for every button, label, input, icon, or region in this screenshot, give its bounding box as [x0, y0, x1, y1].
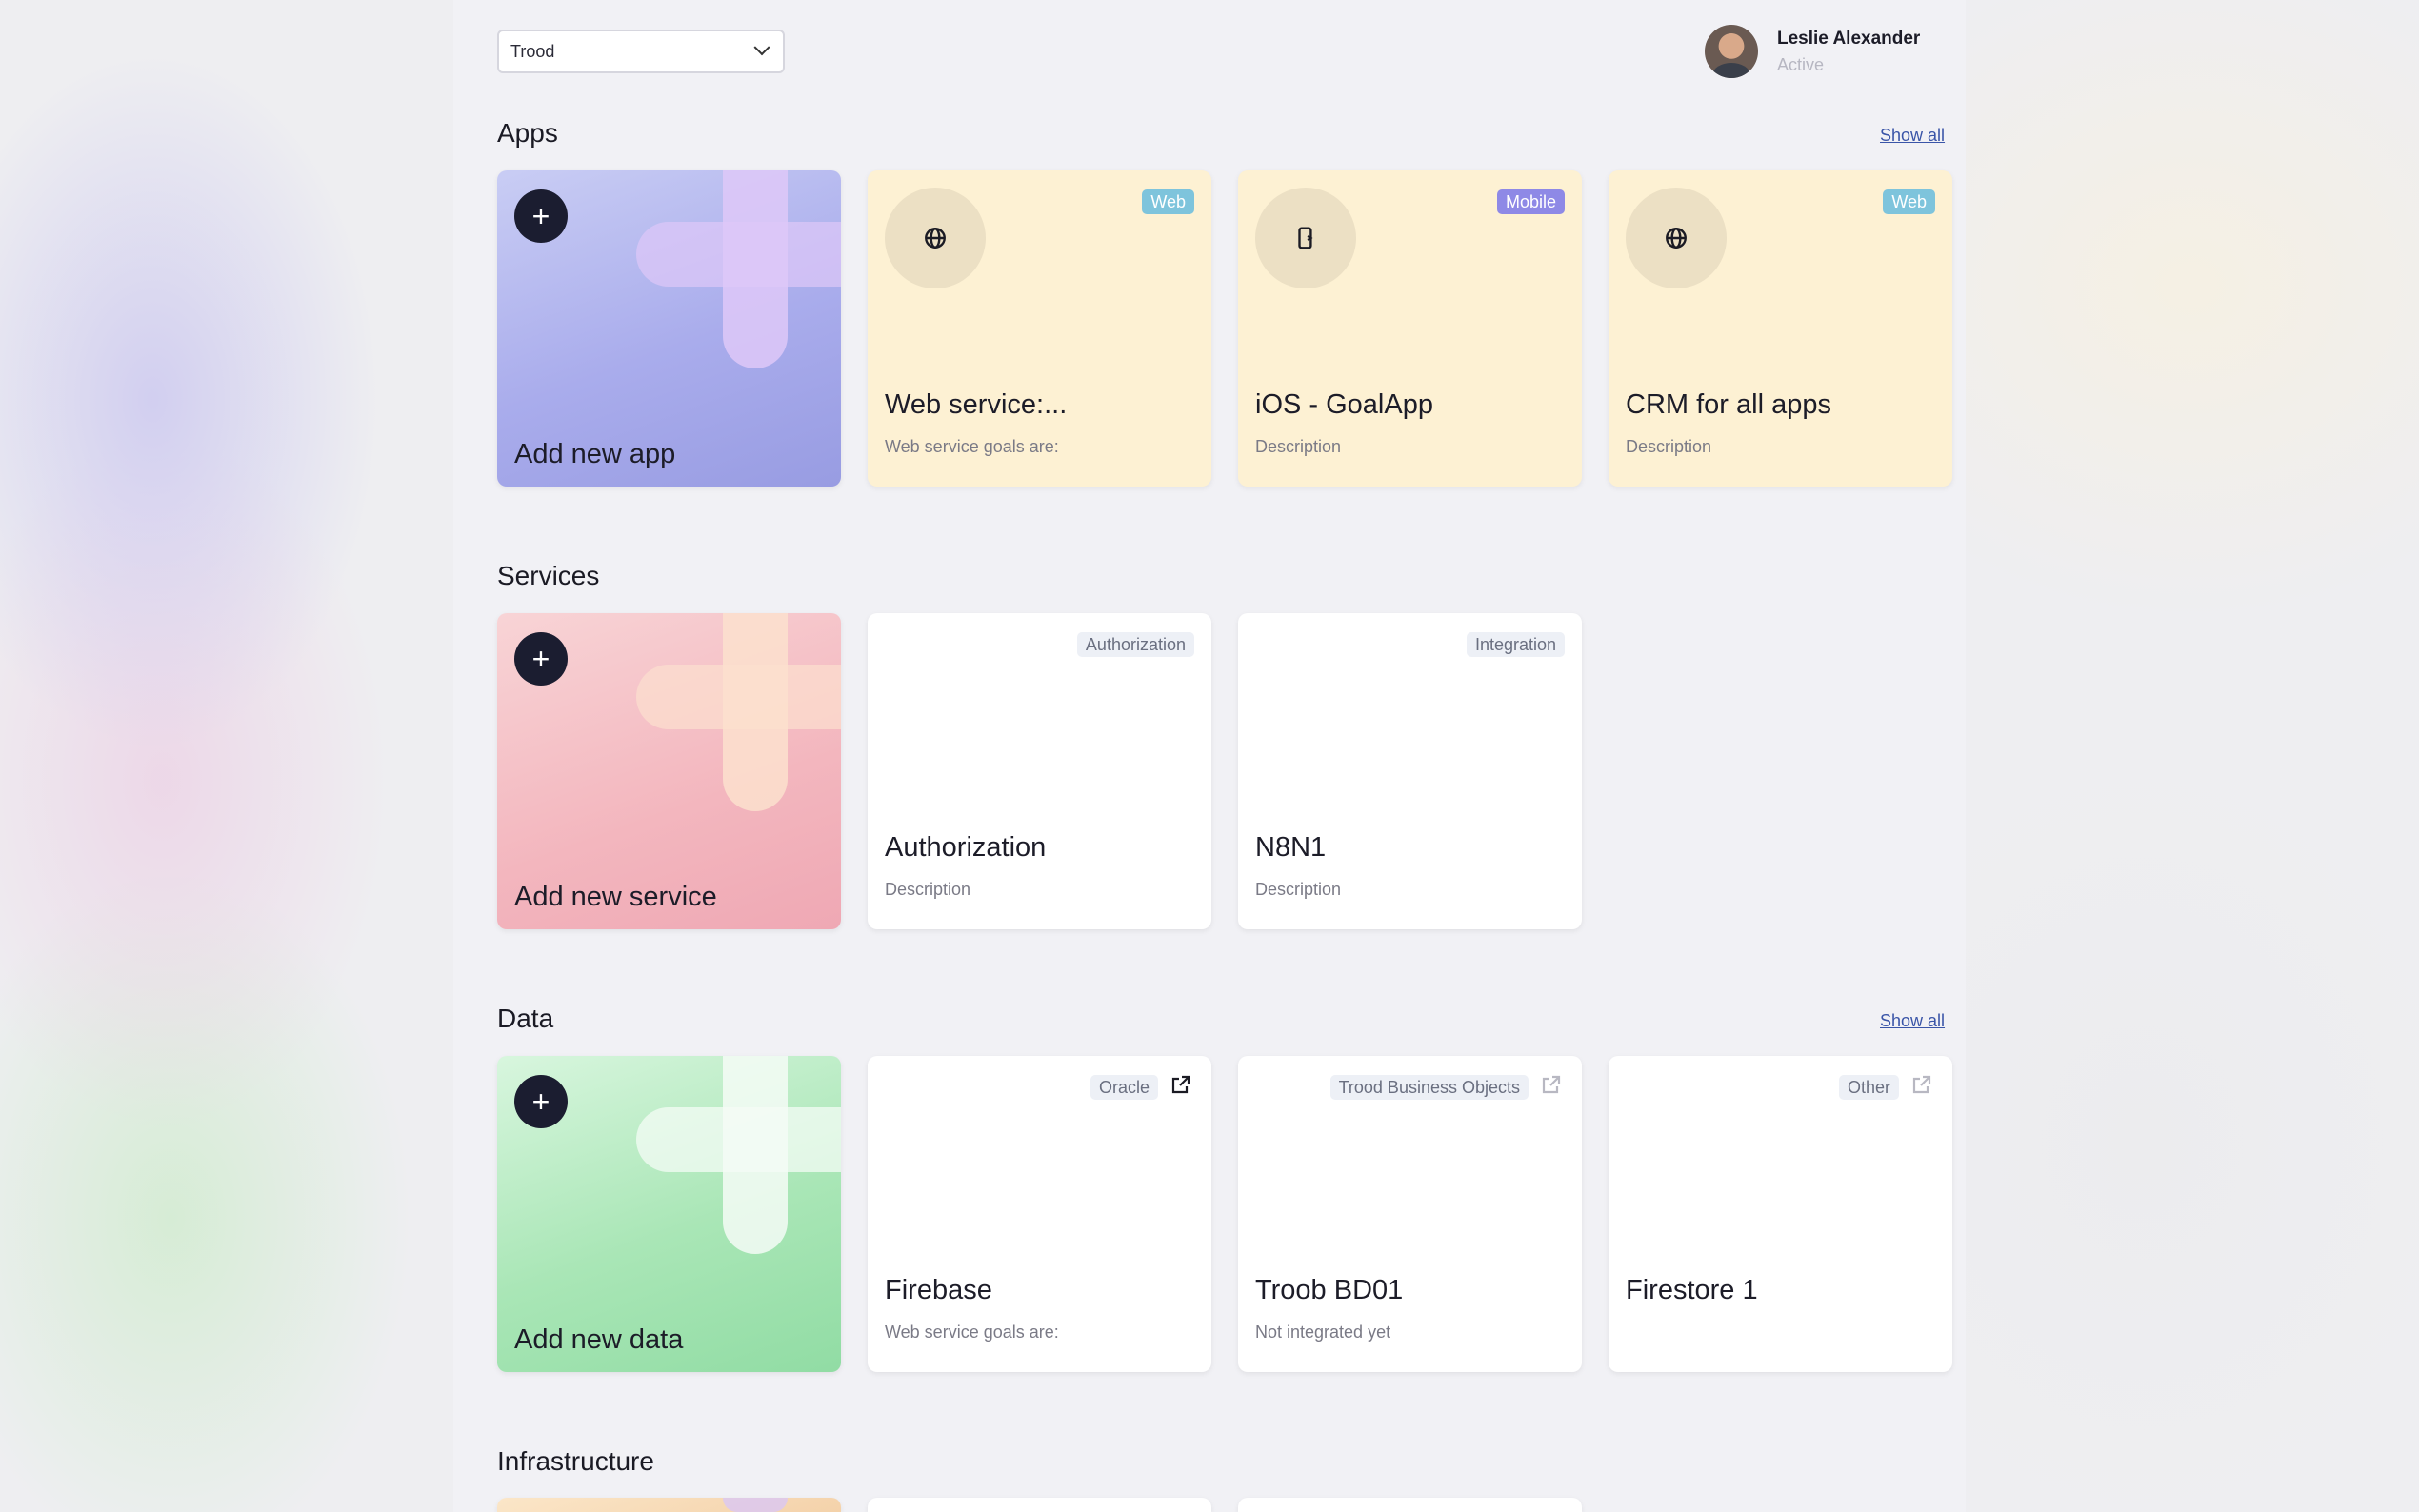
add-new-infrastructure-card[interactable] — [497, 1498, 841, 1512]
user-profile[interactable]: Leslie Alexander Active — [1705, 25, 1920, 78]
data-source-badge: Trood Business Objects — [1329, 1075, 1529, 1100]
main-panel: Trood Leslie Alexander Active Apps Show … — [453, 0, 1966, 1512]
workspace-select[interactable]: Trood — [497, 30, 785, 73]
plus-decoration — [723, 613, 788, 811]
external-link-icon[interactable] — [1538, 1071, 1565, 1098]
add-new-app-label: Add new app — [514, 439, 676, 469]
user-name: Leslie Alexander — [1777, 28, 1921, 49]
plus-decoration — [723, 1056, 788, 1254]
app-description: Description — [1255, 437, 1342, 456]
service-type-badge: Authorization — [1076, 632, 1194, 657]
add-new-service-label: Add new service — [514, 882, 717, 912]
apps-show-all-link[interactable]: Show all — [1880, 126, 1945, 146]
add-new-data-card[interactable]: + Add new data — [497, 1056, 841, 1372]
add-new-app-card[interactable]: + Add new app — [497, 170, 841, 487]
plus-icon[interactable]: + — [514, 632, 568, 686]
section-title-data: Data — [497, 1004, 554, 1033]
data-title: Firebase — [885, 1275, 992, 1305]
data-card[interactable]: Other Firestore 1 — [1609, 1056, 1952, 1372]
plus-decoration — [723, 170, 788, 368]
infrastructure-card[interactable] — [868, 1498, 1211, 1512]
chevron-down-icon — [753, 39, 770, 56]
data-source-badge: Other — [1838, 1075, 1899, 1100]
add-new-data-label: Add new data — [514, 1324, 684, 1355]
section-title-apps: Apps — [497, 118, 558, 148]
data-title: Troob BD01 — [1255, 1275, 1404, 1305]
data-card[interactable]: Oracle Firebase Web service goals are: — [868, 1056, 1211, 1372]
platform-badge: Web — [1883, 189, 1935, 214]
service-title: N8N1 — [1255, 832, 1327, 863]
data-description: Not integrated yet — [1255, 1323, 1391, 1342]
service-type-badge: Integration — [1466, 632, 1565, 657]
app-title: Web service:... — [885, 389, 1068, 420]
plus-icon[interactable]: + — [514, 189, 568, 243]
user-status: Active — [1777, 54, 1825, 74]
data-description: Web service goals are: — [885, 1323, 1059, 1342]
app-card[interactable]: Web Web service:... Web service goals ar… — [868, 170, 1211, 487]
mobile-app-icon — [1255, 188, 1356, 288]
service-card[interactable]: Integration N8N1 Description — [1238, 613, 1582, 929]
service-description: Description — [885, 880, 971, 899]
section-title-services: Services — [497, 561, 600, 590]
data-show-all-link[interactable]: Show all — [1880, 1011, 1945, 1031]
avatar — [1705, 25, 1758, 78]
data-source-badge: Oracle — [1090, 1075, 1158, 1100]
external-link-icon[interactable] — [1168, 1071, 1194, 1098]
plus-decoration — [723, 1498, 788, 1512]
service-title: Authorization — [885, 832, 1047, 863]
service-description: Description — [1255, 880, 1342, 899]
section-title-infrastructure: Infrastructure — [497, 1446, 654, 1476]
app-description: Description — [1626, 437, 1712, 456]
app-title: CRM for all apps — [1626, 389, 1831, 420]
app-card[interactable]: Mobile iOS - GoalApp Description — [1238, 170, 1582, 487]
service-card[interactable]: Authorization Authorization Description — [868, 613, 1211, 929]
app-card[interactable]: Web CRM for all apps Description — [1609, 170, 1952, 487]
globe-icon — [885, 188, 986, 288]
app-description: Web service goals are: — [885, 437, 1059, 456]
data-title: Firestore 1 — [1626, 1275, 1758, 1305]
globe-icon — [1626, 188, 1727, 288]
platform-badge: Mobile — [1496, 189, 1565, 214]
external-link-icon[interactable] — [1909, 1071, 1935, 1098]
infrastructure-card[interactable] — [1238, 1498, 1582, 1512]
add-new-service-card[interactable]: + Add new service — [497, 613, 841, 929]
data-card[interactable]: Trood Business Objects Troob BD01 Not in… — [1238, 1056, 1582, 1372]
platform-badge: Web — [1142, 189, 1194, 214]
plus-icon[interactable]: + — [514, 1075, 568, 1128]
app-title: iOS - GoalApp — [1255, 389, 1433, 420]
workspace-select-value: Trood — [510, 41, 555, 61]
